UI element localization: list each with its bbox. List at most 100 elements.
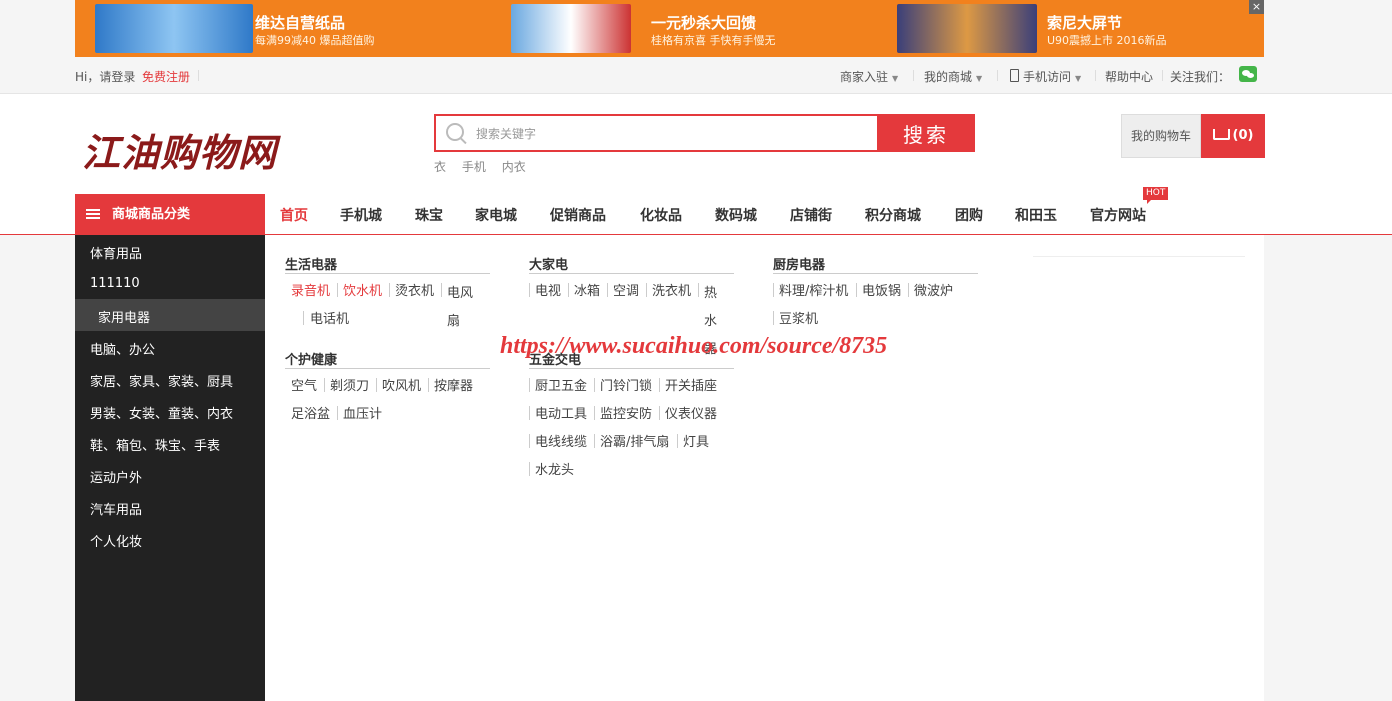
promo-image [511,4,631,53]
divider [529,378,530,392]
sub-item[interactable]: 空调 [613,280,639,299]
group-title[interactable]: 厨房电器 [773,254,825,273]
sub-item[interactable]: 电话机 [310,308,349,327]
merchant-menu[interactable]: 商家入驻 ▼ [840,68,898,85]
promo-vinda[interactable]: 维达自营纸品 每满99减40 爆品超值购 [75,0,475,57]
sub-item[interactable]: 电风扇 [447,280,477,336]
sub-item[interactable]: 监控安防 [600,403,652,422]
mobile-label: 手机访问 [1023,70,1072,84]
chevron-down-icon: ▼ [976,74,983,83]
divider [529,462,530,476]
sub-item[interactable]: 洗衣机 [652,280,691,299]
divider [856,283,857,297]
mobile-menu[interactable]: 手机访问 ▼ [1010,68,1081,85]
nav-group-buy[interactable]: 团购 [955,205,983,225]
sub-item[interactable]: 微波炉 [914,280,953,299]
promo-image [95,4,253,53]
divider [594,406,595,420]
promo-sony[interactable]: 索尼大屏节 U90震撼上市 2016新品 [897,0,1257,57]
divider [529,406,530,420]
sidebar-item[interactable]: 电脑、办公 [90,339,155,358]
nav-points-mall[interactable]: 积分商城 [865,205,921,225]
sub-item[interactable]: 电视 [535,280,561,299]
divider [659,378,660,392]
nav-jewelry[interactable]: 珠宝 [415,205,443,225]
sub-item[interactable]: 烫衣机 [395,280,434,299]
login-link[interactable]: Hi，请登录 [75,68,135,85]
promo-title: 维达自营纸品 [255,14,346,32]
sub-item[interactable]: 仪表仪器 [665,403,717,422]
follow-us-label: 关注我们： [1170,70,1231,84]
promo-title: 索尼大屏节 [1047,14,1123,32]
sub-item[interactable]: 剃须刀 [330,375,369,394]
divider [529,434,530,448]
sub-item[interactable]: 录音机 [291,280,330,299]
hot-word[interactable]: 手机 [462,160,486,174]
close-icon[interactable]: × [1249,0,1264,14]
sub-item[interactable]: 足浴盆 [291,403,330,422]
sub-item[interactable]: 按摩器 [434,375,473,394]
sub-item[interactable]: 冰箱 [574,280,600,299]
hot-word[interactable]: 内衣 [502,160,526,174]
sub-item[interactable]: 厨卫五金 [535,375,587,394]
sub-item[interactable]: 饮水机 [343,280,382,299]
cart-count-button[interactable]: (0) [1201,114,1265,158]
nav-phones[interactable]: 手机城 [340,205,382,225]
sidebar-item[interactable]: 汽车用品 [90,499,142,518]
mobile-phone-icon [1010,69,1019,82]
my-mall-menu[interactable]: 我的商城 ▼ [924,68,982,85]
nav-cosmetics[interactable]: 化妆品 [640,205,682,225]
top-promo-banner[interactable]: 维达自营纸品 每满99减40 爆品超值购 一元秒杀大回馈 桂格有京喜 手快有手慢… [75,0,1264,57]
group-title[interactable]: 个护健康 [285,349,337,368]
divider [773,273,978,274]
group-title[interactable]: 生活电器 [285,254,337,273]
sub-item[interactable]: 电饭锅 [862,280,901,299]
sub-item[interactable]: 浴霸/排气扇 [600,431,669,450]
my-cart-button[interactable]: 我的购物车 [1121,114,1201,158]
sidebar-item[interactable]: 鞋、箱包、珠宝、手表 [90,435,220,454]
sidebar-item[interactable]: 运动户外 [90,467,142,486]
nav-digital[interactable]: 数码城 [715,205,757,225]
nav-official-site[interactable]: 官方网站 [1090,205,1146,225]
merchant-label: 商家入驻 [840,70,889,84]
search-input[interactable] [474,116,873,152]
nav-appliances[interactable]: 家电城 [475,205,517,225]
sidebar-item[interactable]: 体育用品 [90,243,142,262]
sub-item[interactable]: 空气 [291,375,317,394]
sub-item[interactable]: 吹风机 [382,375,421,394]
hot-word[interactable]: 衣 [434,160,446,174]
sidebar-item-active[interactable]: 家用电器 [98,307,150,326]
category-menu-header[interactable]: 商城商品分类 [75,194,265,235]
divider [913,70,914,81]
help-center-link[interactable]: 帮助中心 [1105,68,1153,85]
sub-item[interactable]: 血压计 [343,403,382,422]
sidebar-item[interactable]: 个人化妆 [90,531,142,550]
wechat-icon[interactable] [1239,66,1257,82]
group-title[interactable]: 大家电 [529,254,568,273]
sub-item[interactable]: 电线线缆 [535,431,587,450]
divider [198,70,199,81]
divider [908,283,909,297]
divider [568,283,569,297]
sidebar-item[interactable]: 男装、女装、童装、内衣 [90,403,233,422]
sub-item[interactable]: 电动工具 [535,403,587,422]
sub-item[interactable]: 门铃门锁 [600,375,652,394]
sub-item[interactable]: 开关插座 [665,375,717,394]
promo-quaker[interactable]: 一元秒杀大回馈 桂格有京喜 手快有手慢无 [511,0,901,57]
sub-item[interactable]: 灯具 [683,431,709,450]
divider [1033,256,1245,257]
nav-jade[interactable]: 和田玉 [1015,205,1057,225]
sidebar-item[interactable]: 家居、家具、家装、厨具 [90,371,233,390]
search-button[interactable]: 搜索 [877,114,975,152]
nav-promotions[interactable]: 促销商品 [550,205,606,225]
site-logo[interactable]: 江油购物网 [82,122,277,177]
promo-title: 一元秒杀大回馈 [651,14,757,32]
sub-item[interactable]: 料理/榨汁机 [779,280,848,299]
nav-home[interactable]: 首页 [280,205,308,225]
nav-shops[interactable]: 店铺街 [790,205,832,225]
sub-item[interactable]: 豆浆机 [779,308,818,327]
category-sidebar: 体育用品 111110 家用电器 电脑、办公 家居、家具、家装、厨具 男装、女装… [75,235,265,701]
sidebar-item[interactable]: 111110 [90,276,140,291]
sub-item[interactable]: 水龙头 [535,459,574,478]
register-link[interactable]: 免费注册 [142,68,190,85]
